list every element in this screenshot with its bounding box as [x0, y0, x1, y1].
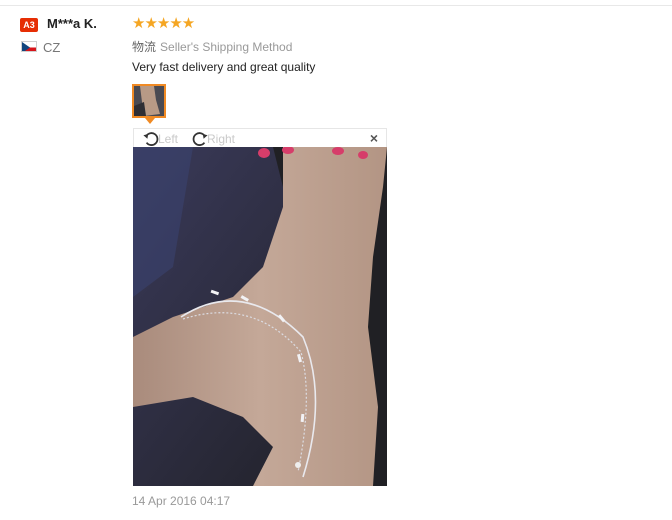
- buyer-level-badge: A3: [20, 18, 38, 32]
- review-photo: [133, 147, 387, 486]
- rotate-left-label: Left: [158, 131, 179, 146]
- review-date: 14 Apr 2016 04:17: [132, 494, 231, 508]
- thumbnail-pointer: [145, 118, 155, 124]
- close-viewer-button[interactable]: ×: [370, 130, 378, 147]
- rotate-left-button[interactable]: Left: [142, 129, 178, 148]
- shipping-label: 物流: [132, 40, 157, 54]
- top-divider: [0, 5, 672, 6]
- shipping-info: 物流 Seller's Shipping Method: [132, 38, 292, 55]
- rotate-right-label: Right: [207, 131, 236, 146]
- review-text: Very fast delivery and great quality: [132, 60, 316, 74]
- review-photo-thumbnail[interactable]: [132, 84, 166, 118]
- rotate-right-button[interactable]: Right: [191, 129, 235, 148]
- star-rating: ★★★★★: [132, 15, 195, 32]
- shipping-method: Seller's Shipping Method: [160, 40, 293, 54]
- reviewer-name: M***a K.: [47, 16, 97, 31]
- photo-viewer-toolbar: Left Right ×: [133, 128, 387, 147]
- czech-flag-icon: [21, 41, 37, 52]
- reviewer-country: CZ: [43, 40, 61, 55]
